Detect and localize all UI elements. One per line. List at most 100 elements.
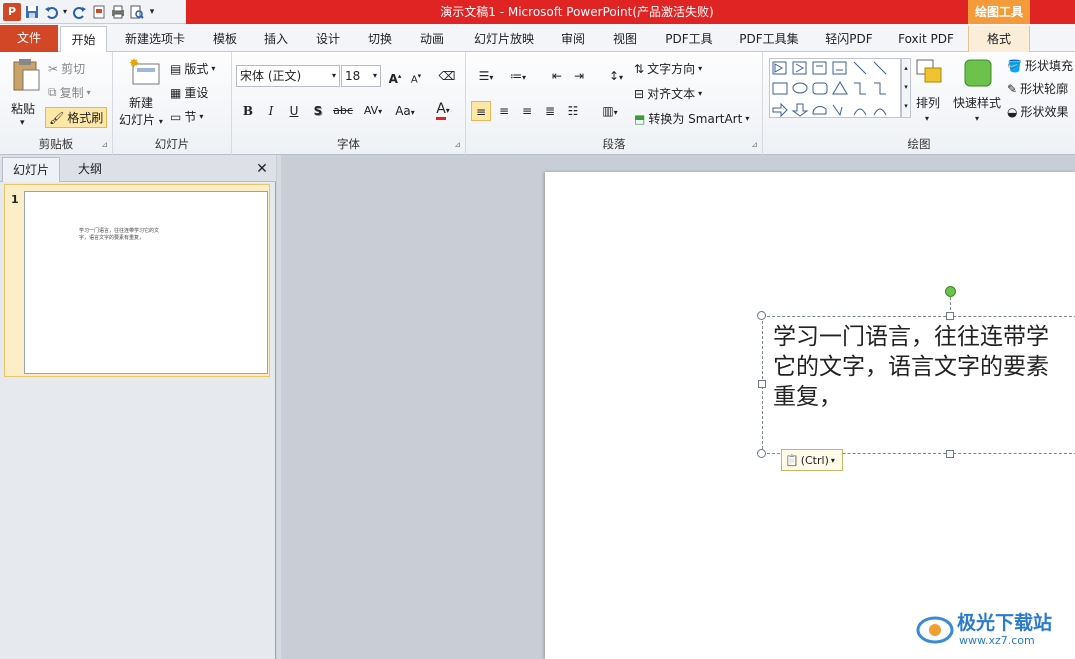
dialog-launcher-icon[interactable]: ⊿: [101, 140, 108, 149]
powerpoint-logo-icon[interactable]: P: [3, 2, 21, 21]
resize-handle-top-left[interactable]: [757, 311, 766, 320]
watermark: 极光下载站 www.xz7.com: [915, 602, 1075, 657]
tab-slides-panel[interactable]: 幻灯片: [2, 157, 60, 182]
tab-slide-show[interactable]: 幻灯片放映: [464, 26, 544, 52]
resize-handle-bottom-left[interactable]: [757, 449, 766, 458]
text-line: 学习一门语言，往往连带学: [773, 324, 1049, 350]
bold-button[interactable]: B: [238, 101, 258, 121]
increase-indent-icon[interactable]: ⇥: [569, 66, 589, 86]
paste-dropdown-icon[interactable]: ▾: [20, 118, 25, 128]
clipboard-group-label: 剪贴板: [38, 137, 74, 151]
cut-button[interactable]: ✂ 剪切: [48, 60, 85, 77]
shape-fill-button[interactable]: 🪣 形状填充: [1007, 57, 1073, 74]
customize-toolbar-icon[interactable]: ▾: [147, 3, 157, 20]
paste-button[interactable]: 粘贴 ▾: [8, 58, 44, 138]
shape-effects-label: 形状效果: [1020, 105, 1069, 119]
character-spacing-button[interactable]: AV▾: [358, 101, 388, 121]
quick-styles-button[interactable]: 快速样式 ▾: [951, 58, 1007, 128]
italic-button[interactable]: I: [261, 101, 281, 121]
tab-foxit-pdf[interactable]: Foxit PDF: [891, 26, 961, 52]
new-presentation-icon[interactable]: [90, 3, 107, 20]
bullets-button[interactable]: ☰▾: [472, 66, 500, 86]
section-button[interactable]: ▭ 节 ▾: [170, 108, 203, 125]
align-center-icon[interactable]: ≡: [494, 101, 514, 121]
tab-design[interactable]: 设计: [306, 26, 350, 52]
reset-button[interactable]: ▦ 重设: [170, 84, 208, 101]
tab-file[interactable]: 文件: [0, 25, 58, 52]
font-size-select[interactable]: 18 ▾: [341, 65, 381, 87]
distribute-icon[interactable]: ☷: [563, 101, 583, 121]
text-box-content[interactable]: 学习一门语言，往往连带学 它的文字，语言文字的要素 重复，: [773, 322, 1075, 412]
convert-smartart-button[interactable]: ⬒ 转换为 SmartArt ▾: [634, 110, 749, 127]
font-size-value: 18: [345, 69, 361, 83]
underline-button[interactable]: U: [284, 101, 304, 121]
quick-access-toolbar: P ▾ ▾: [0, 0, 186, 24]
title-bar: P ▾ ▾ 演示文稿1 - Microsoft PowerPoint(产品激活失…: [0, 0, 1075, 24]
paragraph-dialog-launcher-icon[interactable]: ⊿: [751, 140, 758, 149]
close-panel-icon[interactable]: ✕: [252, 157, 272, 182]
change-case-button[interactable]: Aa▾: [390, 101, 420, 121]
strikethrough-button[interactable]: abc: [330, 101, 356, 121]
tab-home[interactable]: 开始: [60, 26, 107, 52]
font-color-button[interactable]: A▾: [428, 99, 458, 120]
slide-thumbnail-row[interactable]: 1 学习一门语言，往往连带学习它的文字，语言文字的要素有重复，: [4, 184, 270, 377]
align-left-icon[interactable]: ≡: [471, 101, 491, 121]
layout-button[interactable]: ▤ 版式 ▾: [170, 60, 215, 77]
tab-animations[interactable]: 动画: [410, 26, 454, 52]
align-right-icon[interactable]: ≡: [517, 101, 537, 121]
clipboard-group: 粘贴 ▾ ✂ 剪切 ⧉ 复制 ▾ 🖌 格式刷 剪贴板 ⊿: [0, 52, 113, 155]
grow-font-button[interactable]: A▴: [385, 66, 405, 86]
paste-options-button[interactable]: 📋 (Ctrl) ▾: [781, 449, 843, 471]
clear-formatting-icon[interactable]: ⌫: [437, 66, 457, 86]
panel-splitter[interactable]: [277, 155, 281, 659]
tab-format[interactable]: 格式: [968, 26, 1030, 52]
justify-icon[interactable]: ≣: [540, 101, 560, 121]
undo-dropdown-icon[interactable]: ▾: [61, 3, 69, 20]
tab-pdf-tools[interactable]: PDF工具: [655, 26, 723, 52]
slide-thumbnail[interactable]: 学习一门语言，往往连带学习它的文字，语言文字的要素有重复，: [24, 191, 268, 374]
shrink-font-button[interactable]: A▾: [406, 66, 426, 86]
tab-pdf-toolset[interactable]: PDF工具集: [731, 26, 807, 52]
shapes-gallery-scroll[interactable]: ▴ ▾ ▾: [901, 58, 911, 118]
copy-button[interactable]: ⧉ 复制 ▾: [48, 84, 91, 101]
resize-handle-left[interactable]: [758, 380, 766, 388]
numbering-button[interactable]: ≔▾: [504, 66, 532, 86]
quick-styles-label: 快速样式: [953, 96, 1002, 110]
quick-styles-icon: [964, 59, 992, 87]
new-slide-button[interactable]: ✸ 新建 幻灯片 ▾: [119, 58, 171, 133]
font-name-select[interactable]: 宋体 (正文) ▾: [236, 65, 340, 87]
resize-handle-top[interactable]: [946, 312, 954, 320]
arrange-button[interactable]: 排列 ▾: [913, 58, 947, 128]
undo-icon[interactable]: [42, 3, 59, 20]
tab-templates[interactable]: 模板: [203, 26, 247, 52]
text-shadow-button[interactable]: S: [308, 101, 328, 121]
tab-qingshan-pdf[interactable]: 轻闪PDF: [815, 26, 883, 52]
tab-view[interactable]: 视图: [603, 26, 647, 52]
font-dialog-launcher-icon[interactable]: ⊿: [454, 140, 461, 149]
text-direction-button[interactable]: ⇅ 文字方向 ▾: [634, 60, 702, 77]
print-icon[interactable]: [109, 3, 126, 20]
tab-insert[interactable]: 插入: [254, 26, 298, 52]
brush-icon: 🖌: [49, 110, 65, 125]
effects-icon: ◒: [1007, 104, 1018, 119]
shape-effects-button[interactable]: ◒ 形状效果: [1007, 103, 1069, 120]
print-preview-icon[interactable]: [128, 3, 145, 20]
resize-handle-bottom[interactable]: [946, 450, 954, 458]
tab-transitions[interactable]: 切换: [358, 26, 402, 52]
shape-outline-button[interactable]: ✎ 形状轮廓: [1007, 80, 1068, 97]
font-group-label: 字体: [337, 137, 360, 151]
convert-smartart-label: 转换为 SmartArt: [648, 112, 743, 126]
line-spacing-button[interactable]: ↕▾: [602, 66, 630, 86]
rotation-handle[interactable]: [945, 286, 956, 297]
align-text-button[interactable]: ⊟ 对齐文本 ▾: [634, 85, 702, 102]
columns-button[interactable]: ▥▾: [596, 101, 624, 121]
tab-new-tab[interactable]: 新建选项卡: [113, 26, 197, 52]
new-slide-label-1: 新建: [129, 96, 154, 110]
decrease-indent-icon[interactable]: ⇤: [547, 66, 567, 86]
tab-review[interactable]: 审阅: [551, 26, 595, 52]
shapes-gallery[interactable]: [769, 58, 901, 118]
save-icon[interactable]: [23, 3, 40, 20]
redo-icon[interactable]: [71, 3, 88, 20]
format-painter-button[interactable]: 🖌 格式刷: [45, 107, 108, 128]
tab-outline-panel[interactable]: 大纲: [61, 157, 119, 182]
